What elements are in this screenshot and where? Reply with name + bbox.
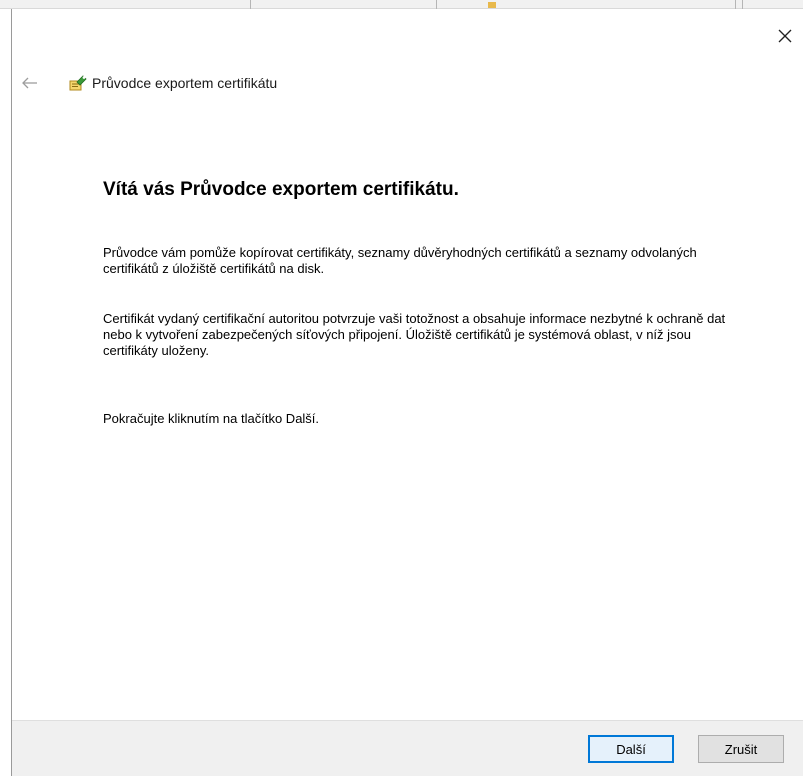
background-folder-icon: [488, 2, 496, 8]
back-button[interactable]: [22, 71, 48, 95]
screen: Průvodce exportem certifikátu Vítá vás P…: [0, 0, 803, 776]
background-divider: [742, 0, 743, 9]
close-button[interactable]: [770, 23, 800, 49]
continue-instruction: Pokračujte kliknutím na tlačítko Další.: [103, 411, 320, 426]
background-divider: [436, 0, 437, 9]
background-divider: [250, 0, 251, 9]
back-arrow-icon: [22, 77, 37, 89]
background-window-strip: [0, 0, 803, 9]
wizard-content: Vítá vás Průvodce exportem certifikátu. …: [103, 179, 743, 427]
certificate-wizard-icon: [68, 73, 88, 93]
wizard-title: Průvodce exportem certifikátu: [92, 75, 278, 91]
wizard-header: Průvodce exportem certifikátu: [22, 71, 277, 95]
intro-paragraph: Průvodce vám pomůže kopírovat certifikát…: [103, 245, 697, 276]
page-heading: Vítá vás Průvodce exportem certifikátu.: [103, 179, 459, 200]
button-bar: Další Zrušit: [12, 720, 803, 776]
certificate-export-wizard-dialog: Průvodce exportem certifikátu Vítá vás P…: [11, 9, 803, 776]
next-button[interactable]: Další: [588, 735, 674, 763]
cancel-button[interactable]: Zrušit: [698, 735, 784, 763]
close-icon: [778, 29, 792, 43]
certificate-info-paragraph: Certifikát vydaný certifikační autoritou…: [103, 311, 726, 358]
background-divider: [735, 0, 736, 9]
